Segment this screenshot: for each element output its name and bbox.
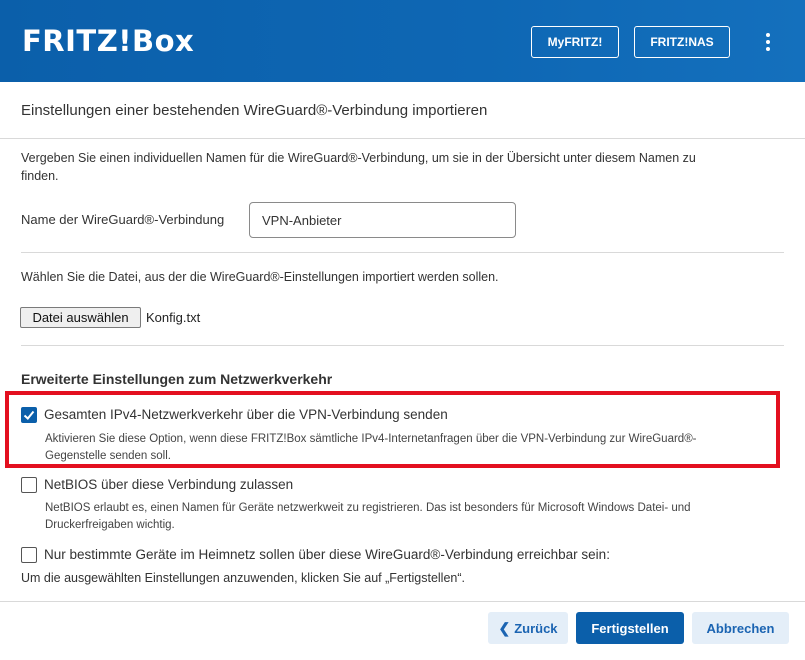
more-menu-icon[interactable]	[760, 30, 776, 54]
name-description: Vergeben Sie einen individuellen Namen f…	[21, 149, 791, 185]
ipv4-description-line2: Gegenstelle senden soll.	[45, 450, 171, 462]
choose-file-button[interactable]: Datei auswählen	[20, 307, 141, 328]
fritznas-button[interactable]: FRITZ!NAS	[634, 26, 730, 58]
chevron-left-icon: ❮	[498, 619, 511, 636]
connection-name-input[interactable]	[249, 202, 516, 238]
ipv4-all-traffic-checkbox[interactable]	[21, 407, 37, 423]
divider	[21, 345, 784, 346]
page-title: Einstellungen einer bestehenden WireGuar…	[21, 102, 488, 119]
divider	[0, 138, 805, 139]
divider	[0, 601, 805, 602]
apply-instruction: Um die ausgewählten Einstellungen anzuwe…	[21, 571, 466, 585]
advanced-section-title: Erweiterte Einstellungen zum Netzwerkver…	[21, 371, 333, 387]
specific-devices-checkbox[interactable]	[21, 547, 37, 563]
cancel-button[interactable]: Abbrechen	[692, 612, 789, 644]
myfritz-button[interactable]: MyFRITZ!	[531, 26, 619, 58]
connection-name-label: Name der WireGuard®-Verbindung	[21, 212, 225, 227]
fritzbox-logo[interactable]: FRITZ!Box	[22, 24, 194, 58]
back-button-label: Zurück	[514, 620, 558, 636]
checkmark-icon	[23, 410, 35, 420]
divider	[21, 252, 784, 253]
ipv4-all-traffic-description: Aktivieren Sie diese Option, wenn diese …	[45, 431, 697, 465]
back-button[interactable]: ❮ Zurück	[488, 612, 568, 644]
name-description-line1: Vergeben Sie einen individuellen Namen f…	[21, 151, 696, 165]
netbios-label[interactable]: NetBIOS über diese Verbindung zulassen	[44, 477, 293, 492]
selected-file-name: Konfig.txt	[146, 310, 201, 325]
specific-devices-label[interactable]: Nur bestimmte Geräte im Heimnetz sollen …	[44, 547, 610, 562]
netbios-description-line1: NetBIOS erlaubt es, einen Namen für Gerä…	[45, 502, 691, 514]
ipv4-all-traffic-label[interactable]: Gesamten IPv4-Netzwerkverkehr über die V…	[44, 407, 448, 422]
netbios-description: NetBIOS erlaubt es, einen Namen für Gerä…	[45, 500, 691, 534]
name-description-line2: finden.	[21, 169, 59, 183]
netbios-description-line2: Druckerfreigaben wichtig.	[45, 519, 175, 531]
netbios-checkbox[interactable]	[21, 477, 37, 493]
finish-button[interactable]: Fertigstellen	[576, 612, 684, 644]
file-description: Wählen Sie die Datei, aus der die WireGu…	[21, 270, 499, 284]
top-header: FRITZ!Box MyFRITZ! FRITZ!NAS	[0, 0, 805, 82]
ipv4-description-line1: Aktivieren Sie diese Option, wenn diese …	[45, 433, 697, 445]
